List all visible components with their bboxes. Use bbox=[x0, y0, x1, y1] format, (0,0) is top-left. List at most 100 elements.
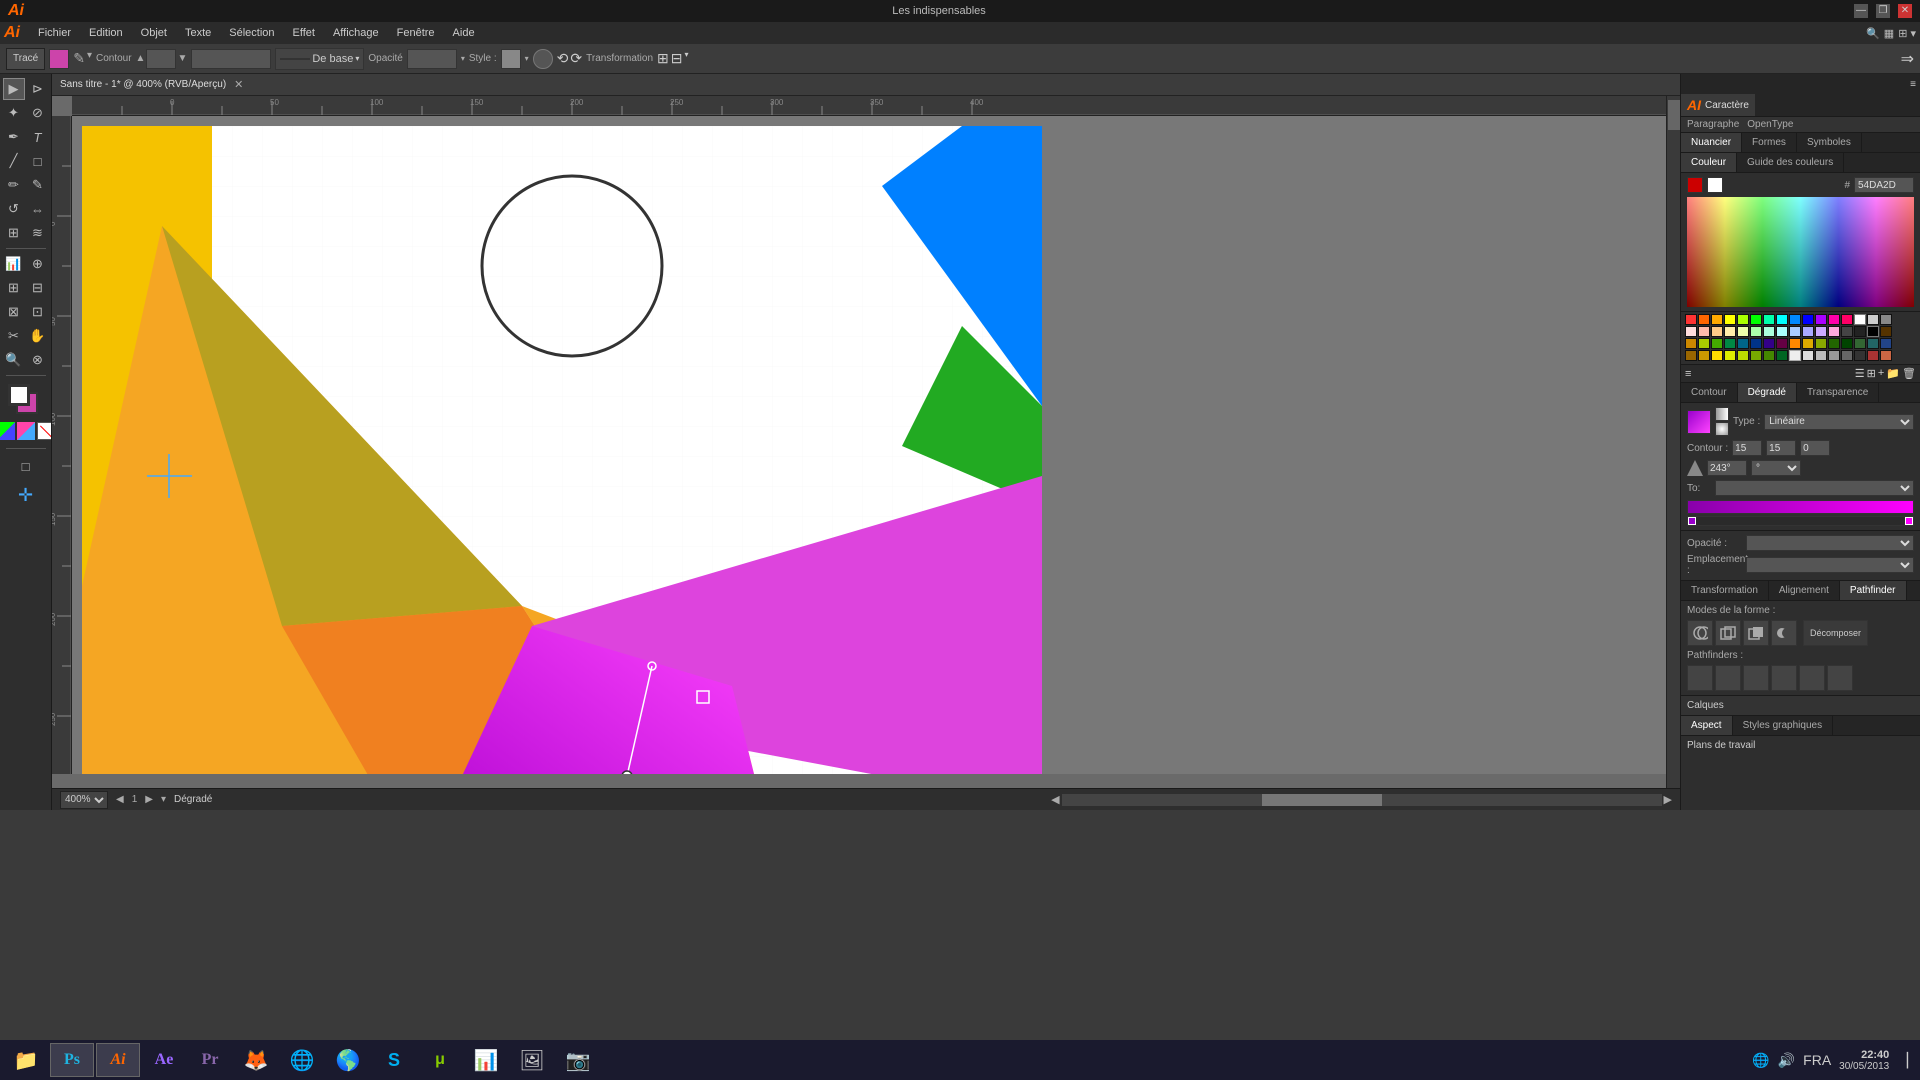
nav-arrow-right[interactable]: ▶ bbox=[145, 794, 153, 805]
mode-btn-4[interactable] bbox=[1771, 620, 1797, 646]
taskbar-camera[interactable]: 📷 bbox=[556, 1043, 600, 1077]
swatch-lime[interactable] bbox=[1737, 314, 1749, 325]
pathfinder-btn-2[interactable] bbox=[1715, 665, 1741, 691]
pencil-tool[interactable]: ✎ bbox=[27, 174, 49, 196]
swatch-cyan[interactable] bbox=[1776, 314, 1788, 325]
paintbrush-tool[interactable]: ✏ bbox=[3, 174, 25, 196]
swatch-sky[interactable] bbox=[1789, 326, 1801, 337]
opentype-tab[interactable]: OpenType bbox=[1747, 119, 1793, 130]
artboard[interactable] bbox=[82, 126, 1042, 774]
swatch-lightcyan[interactable] bbox=[1776, 326, 1788, 337]
selection-tool[interactable]: ▶ bbox=[3, 78, 25, 100]
swatch-darkgray[interactable] bbox=[1841, 326, 1853, 337]
scroll-right[interactable] bbox=[1666, 96, 1680, 788]
tab-alignement[interactable]: Alignement bbox=[1769, 581, 1840, 600]
swatch-add[interactable]: + bbox=[1878, 367, 1884, 380]
opacity-input[interactable]: 100% bbox=[407, 49, 457, 69]
swatch-brown[interactable] bbox=[1880, 326, 1892, 337]
graph-tool[interactable]: 📊 bbox=[3, 253, 25, 275]
menu-aide[interactable]: Aide bbox=[445, 25, 483, 41]
taskbar-gallery[interactable]: 🖼 bbox=[510, 1043, 554, 1077]
swatch-green[interactable] bbox=[1750, 314, 1762, 325]
stroke-value-input[interactable] bbox=[191, 49, 271, 69]
tab-guide-couleurs[interactable]: Guide des couleurs bbox=[1737, 153, 1844, 172]
swatch-navy[interactable] bbox=[1750, 338, 1762, 349]
tab-degrade[interactable]: Dégradé bbox=[1738, 383, 1797, 402]
swatch-slategray[interactable] bbox=[1841, 350, 1853, 361]
swatch-lightgreen[interactable] bbox=[1750, 326, 1762, 337]
opacity-select[interactable] bbox=[1746, 535, 1914, 551]
rotate-tool[interactable]: ↺ bbox=[3, 198, 25, 220]
taskbar-illustrator[interactable]: Ai bbox=[96, 1043, 140, 1077]
taskbar-utorrent[interactable]: μ bbox=[418, 1043, 462, 1077]
restore-button[interactable]: ❐ bbox=[1876, 4, 1890, 18]
swatch-grid-view[interactable]: ⊞ bbox=[1867, 367, 1876, 380]
stroke-up[interactable]: ▲ bbox=[136, 53, 146, 64]
scroll-left-btn[interactable]: ◀ bbox=[1051, 793, 1059, 806]
stroke-input[interactable] bbox=[146, 49, 176, 69]
swatch-nearwhite[interactable] bbox=[1789, 350, 1801, 361]
swatch-orange[interactable] bbox=[1698, 314, 1710, 325]
taskbar-explorer[interactable]: 📁 bbox=[4, 1043, 48, 1077]
swatch-pink[interactable] bbox=[1828, 314, 1840, 325]
gradient-type-select[interactable]: Linéaire bbox=[1764, 414, 1914, 430]
swatch-yellow[interactable] bbox=[1724, 314, 1736, 325]
line-tool[interactable]: ╱ bbox=[3, 150, 25, 172]
swatch-lightgray2[interactable] bbox=[1802, 350, 1814, 361]
gradient-stop-right[interactable] bbox=[1905, 517, 1913, 525]
swatch-amber2[interactable] bbox=[1802, 338, 1814, 349]
swatch-menu-icon[interactable]: ≡ bbox=[1685, 368, 1691, 380]
extra-tool[interactable]: ⊗ bbox=[27, 349, 49, 371]
menu-texte[interactable]: Texte bbox=[177, 25, 219, 41]
taskbar-globe[interactable]: 🌎 bbox=[326, 1043, 370, 1077]
gradient-stops-bar[interactable] bbox=[1687, 516, 1914, 526]
fill-stroke-selector[interactable] bbox=[8, 384, 44, 420]
gradient-icon[interactable] bbox=[17, 422, 35, 440]
swatch-charteuse[interactable] bbox=[1724, 350, 1736, 361]
hex-input[interactable] bbox=[1854, 177, 1914, 193]
show-desktop-icon[interactable]: ▕ bbox=[1897, 1052, 1908, 1069]
transform-icon2[interactable]: ⟳ bbox=[570, 50, 582, 67]
swatch-list-view[interactable]: ☰ bbox=[1855, 367, 1865, 380]
swatch-forest[interactable] bbox=[1724, 338, 1736, 349]
gradient-linear-icon[interactable] bbox=[1715, 407, 1729, 421]
opacity-dropdown[interactable]: ▾ bbox=[461, 54, 465, 63]
screen-mode-btn[interactable]: □ bbox=[15, 455, 37, 477]
swatch-lightyellow[interactable] bbox=[1724, 326, 1736, 337]
taskbar-chart[interactable]: 📊 bbox=[464, 1043, 508, 1077]
swatch-maroon[interactable] bbox=[1776, 338, 1788, 349]
network-icon[interactable]: 🌐 bbox=[1752, 1052, 1769, 1069]
swatch-darkbrown[interactable] bbox=[1685, 350, 1697, 361]
canvas-inner[interactable] bbox=[72, 116, 1666, 774]
swatch-violet[interactable] bbox=[1815, 314, 1827, 325]
direct-selection-tool[interactable]: ⊳ bbox=[27, 78, 49, 100]
swatch-indigo[interactable] bbox=[1763, 338, 1775, 349]
taskbar-premiere[interactable]: Pr bbox=[188, 1043, 232, 1077]
swatch-charcoal[interactable] bbox=[1854, 326, 1866, 337]
menu-fenetre[interactable]: Fenêtre bbox=[389, 25, 443, 41]
swatch-lavender[interactable] bbox=[1815, 326, 1827, 337]
transform-extra2[interactable]: ⊟ bbox=[671, 50, 683, 67]
angle-unit-select[interactable]: ° bbox=[1751, 460, 1801, 476]
pathfinder-btn-4[interactable] bbox=[1771, 665, 1797, 691]
caractere-label[interactable]: Caractère bbox=[1705, 100, 1749, 111]
swatch-lightred[interactable] bbox=[1685, 326, 1697, 337]
symbol-tool[interactable]: ⊕ bbox=[27, 253, 49, 275]
none-icon[interactable] bbox=[37, 422, 53, 440]
fill-color-swatch[interactable] bbox=[49, 49, 69, 69]
swatch-seafoam[interactable] bbox=[1763, 314, 1775, 325]
type-tool[interactable]: T bbox=[27, 126, 49, 148]
scale-tool[interactable]: ⊞ bbox=[3, 222, 25, 244]
warp-tool[interactable]: ≋ bbox=[27, 222, 49, 244]
swatch-azure[interactable] bbox=[1789, 314, 1801, 325]
swatch-mint[interactable] bbox=[1763, 326, 1775, 337]
transform-dropdown[interactable]: ▾ bbox=[684, 50, 688, 67]
pathfinder-btn-3[interactable] bbox=[1743, 665, 1769, 691]
swatch-gold[interactable] bbox=[1685, 338, 1697, 349]
swatch-yellow2[interactable] bbox=[1737, 350, 1749, 361]
gradient-stop-left[interactable] bbox=[1688, 517, 1696, 525]
gradient-bar[interactable] bbox=[1687, 500, 1914, 514]
menu-edition[interactable]: Edition bbox=[81, 25, 131, 41]
menu-fichier[interactable]: Fichier bbox=[30, 25, 79, 41]
gradient-radial-icon[interactable] bbox=[1715, 422, 1729, 436]
